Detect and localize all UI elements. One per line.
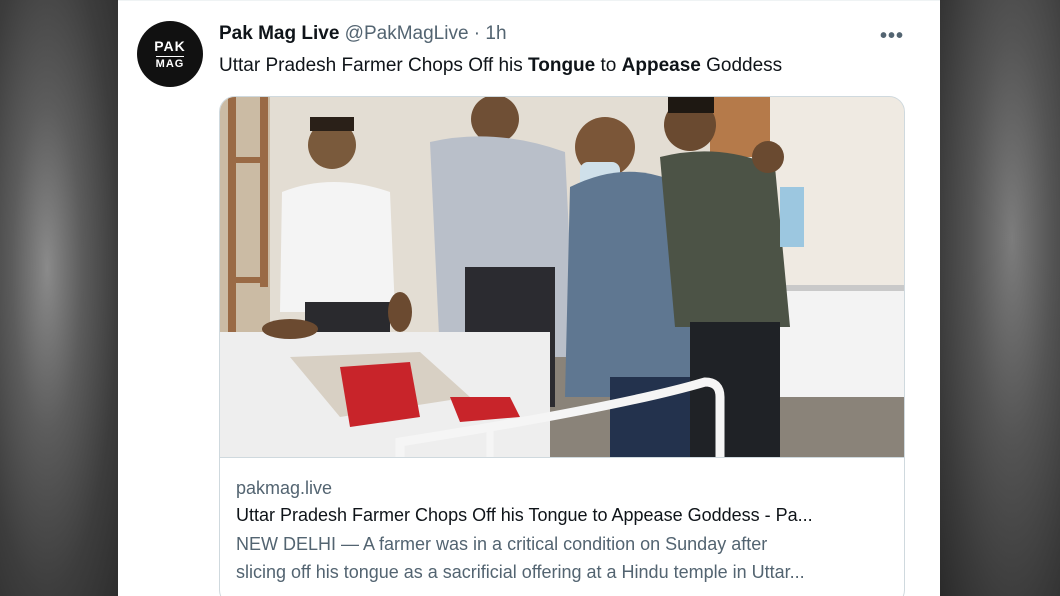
article-photo[interactable] bbox=[220, 97, 905, 457]
tweet-text-part: Goddess bbox=[700, 55, 783, 76]
tweet-text-part: to bbox=[595, 55, 622, 76]
blurred-background-right bbox=[940, 0, 1060, 596]
tweet-text: Uttar Pradesh Farmer Chops Off his Tongu… bbox=[219, 55, 782, 77]
avatar-logo-line1: PAK bbox=[154, 37, 186, 54]
tweet-text-bold: Tongue bbox=[528, 55, 596, 76]
author-name[interactable]: Pak Mag Live bbox=[219, 23, 339, 44]
blurred-background-left bbox=[0, 0, 118, 596]
separator-dot: · bbox=[473, 23, 481, 44]
card-description-line: slicing off his tongue as a sacrificial … bbox=[236, 562, 805, 582]
author-handle[interactable]: @PakMagLive bbox=[345, 23, 469, 44]
tweet-text-part: Uttar Pradesh Farmer Chops Off his bbox=[219, 55, 529, 76]
card-info: pakmag.live Uttar Pradesh Farmer Chops O… bbox=[220, 457, 904, 586]
tweet-text-bold: Appease bbox=[621, 55, 701, 76]
tweet[interactable]: PAK MAG Pak Mag Live @PakMagLive · 1h ••… bbox=[118, 0, 940, 596]
card-description-line: NEW DELHI — A farmer was in a critical c… bbox=[236, 534, 768, 554]
card-domain: pakmag.live bbox=[236, 478, 333, 498]
card-description: NEW DELHI — A farmer was in a critical c… bbox=[236, 530, 886, 586]
card-title[interactable]: Uttar Pradesh Farmer Chops Off his Tongu… bbox=[236, 500, 886, 530]
avatar-logo-line2: MAG bbox=[155, 55, 185, 70]
avatar[interactable]: PAK MAG bbox=[137, 21, 203, 87]
link-preview-card[interactable]: pakmag.live Uttar Pradesh Farmer Chops O… bbox=[219, 96, 905, 596]
more-options-icon[interactable]: ••• bbox=[880, 25, 904, 48]
tweet-header: Pak Mag Live @PakMagLive · 1h bbox=[219, 23, 507, 45]
tweet-timestamp[interactable]: 1h bbox=[485, 23, 506, 44]
